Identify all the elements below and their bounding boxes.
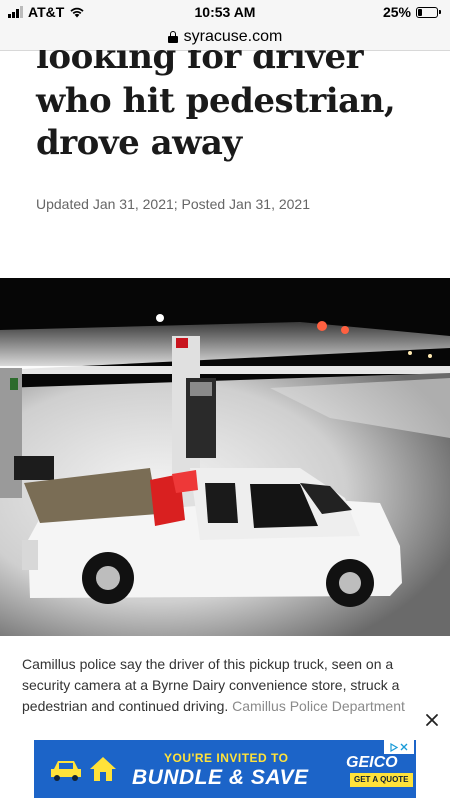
close-icon	[426, 714, 438, 726]
article-dates: Updated Jan 31, 2021; Posted Jan 31, 202…	[36, 196, 310, 212]
battery-percent: 25%	[382, 4, 411, 20]
ad-close-button[interactable]	[420, 708, 444, 732]
ad-quote-button[interactable]: GET A QUOTE	[350, 773, 413, 787]
ad-invite-text: YOU'RE INVITED TO	[164, 751, 289, 765]
headline-line: looking for driver	[36, 37, 364, 77]
status-right: 25%	[382, 4, 441, 20]
status-bar: AT&T 10:53 AM 25%	[0, 0, 450, 24]
ad-choices-icon[interactable]	[384, 740, 414, 754]
security-camera-image	[0, 278, 450, 636]
car-icon	[51, 761, 81, 781]
photo-caption: Camillus police say the driver of this p…	[22, 654, 432, 717]
article-photo[interactable]	[0, 278, 450, 636]
headline-line: who hit pedestrian,	[36, 81, 396, 121]
ad-brand-logo: GEICO	[346, 754, 398, 771]
ad-headline: BUNDLE & SAVE	[132, 766, 309, 789]
article-headline: looking for driver who hit pedestrian, d…	[36, 38, 436, 164]
ad-banner[interactable]: YOU'RE INVITED TO BUNDLE & SAVE GEICO GE…	[34, 740, 416, 798]
battery-icon	[416, 6, 441, 18]
headline-line: drove away	[36, 123, 242, 163]
photo-credit: Camillus Police Department	[232, 698, 405, 714]
house-icon	[90, 757, 116, 781]
battery-fill	[418, 8, 423, 16]
